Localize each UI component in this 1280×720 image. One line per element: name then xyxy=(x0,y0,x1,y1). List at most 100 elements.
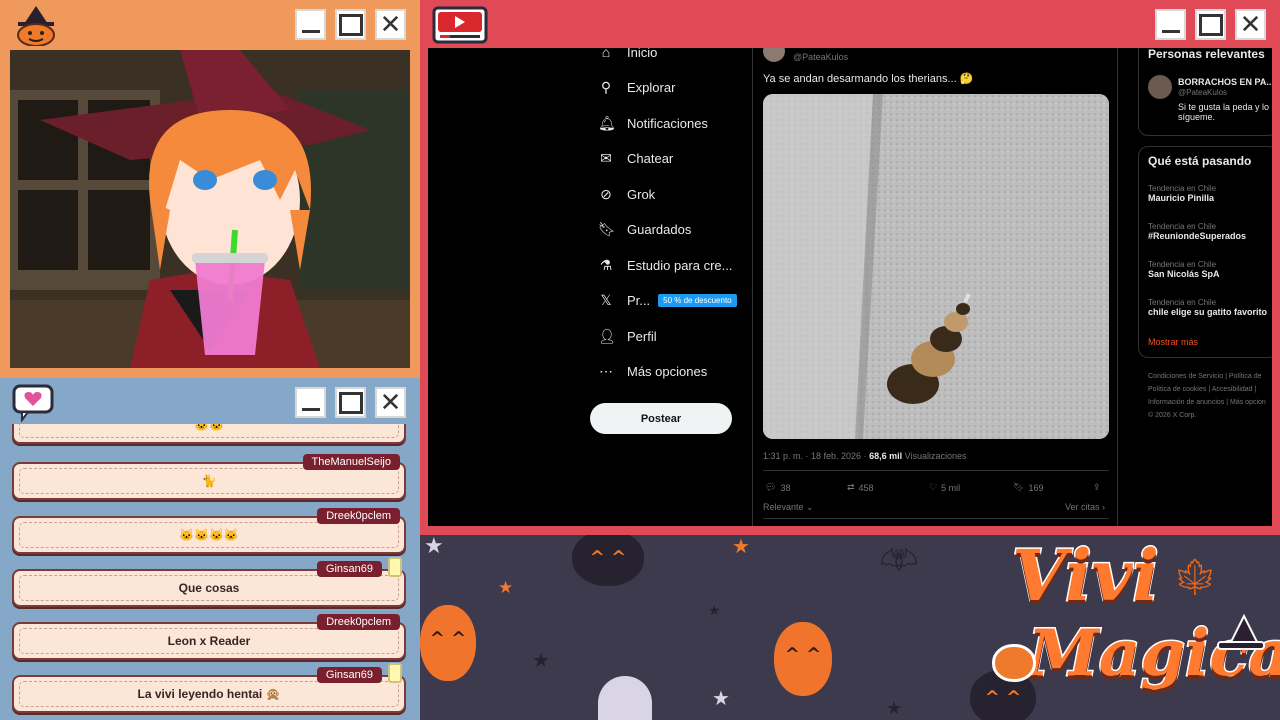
chevron-down-icon: ⌄ xyxy=(803,502,814,512)
post-button[interactable]: Postear xyxy=(590,403,732,434)
bell-icon: 🔔︎ xyxy=(598,115,616,131)
maximize-button[interactable] xyxy=(335,387,366,418)
chat-message-text: 🐈 xyxy=(19,468,399,494)
chat-message: 🐈 TheManuelSeijo xyxy=(12,454,406,500)
nav-item-premium[interactable]: 𝕏 Pr... 50 % de descuento xyxy=(598,292,737,308)
footer-links: Condiciones de Servicio | Política de Po… xyxy=(1148,373,1266,419)
footer-link[interactable]: Política de xyxy=(1229,373,1262,380)
reply-button[interactable]: 💬︎ 38 xyxy=(765,482,790,493)
tweet-text: Ya se andan desarmando los therians... 🤔 xyxy=(763,73,974,85)
avatar[interactable] xyxy=(763,48,785,62)
footer-link[interactable]: Condiciones de Servicio xyxy=(1148,373,1223,380)
witch-hat-icon xyxy=(1214,613,1266,654)
chat-message-text: 🐱🐱 xyxy=(19,424,399,438)
nav-item-bookmarks[interactable]: 🔖︎ Guardados xyxy=(598,221,691,237)
chat-message-list[interactable]: 🐱🐱 🐈 TheManuelSeijo 🐱🐱🐱🐱 Dreek0pclem Que… xyxy=(10,424,410,720)
show-more-link[interactable]: Mostrar más xyxy=(1148,337,1198,347)
nav-label: Más opciones xyxy=(627,363,708,379)
bookmark-icon: 🔖︎ xyxy=(1013,482,1025,492)
maple-leaf-icon: 🍁︎ xyxy=(1172,557,1218,598)
copyright: © 2026 X Corp. xyxy=(1148,412,1197,419)
heart-chat-icon xyxy=(12,384,54,423)
minimize-button[interactable] xyxy=(1155,9,1186,40)
vtuber-camera-view xyxy=(10,50,410,368)
nav-item-notifications[interactable]: 🔔︎ Notificaciones xyxy=(598,115,708,131)
chat-message-text: La vivi leyendo hentai 🙊 xyxy=(19,681,399,707)
profile-icon: 👤︎ xyxy=(598,328,616,344)
more-icon: ⋯ xyxy=(599,363,613,379)
person-bio: Si te gusta la peda y lo sígueme. xyxy=(1178,102,1270,122)
ghost-decoration xyxy=(598,676,652,720)
bookmark-button[interactable]: 🔖︎ 169 xyxy=(1013,482,1043,493)
chat-message: Leon x Reader Dreek0pclem xyxy=(12,614,406,660)
studio-icon: ⚗ xyxy=(599,257,613,273)
trend-item[interactable]: Tendencia en Chile San Nicolás SpA xyxy=(1148,260,1220,279)
star-decoration: ★ xyxy=(732,534,750,558)
nav-item-creator-studio[interactable]: ⚗ Estudio para cre... xyxy=(598,257,733,273)
close-button[interactable]: ✕ xyxy=(375,9,406,40)
star-decoration: ★ xyxy=(712,686,730,710)
grok-icon: ⊘ xyxy=(600,186,612,202)
nav-label: Chatear xyxy=(627,150,674,166)
trend-item[interactable]: Tendencia en Chile #ReuniondeSuperados xyxy=(1148,222,1246,241)
relevant-people-panel: Personas relevantes BORRACHOS EN PA... @… xyxy=(1138,48,1272,136)
pumpkin-decoration: ^ ^ xyxy=(572,530,644,586)
footer-link[interactable]: Información de anuncios xyxy=(1148,399,1224,406)
nav-item-grok[interactable]: ⊘ Grok xyxy=(598,186,655,202)
nav-label: Estudio para cre... xyxy=(627,257,733,273)
maximize-button[interactable] xyxy=(1195,9,1226,40)
chat-username-tag: TheManuelSeijo xyxy=(302,454,400,470)
trends-panel: Qué está pasando Tendencia en Chile Maur… xyxy=(1138,146,1272,358)
close-button[interactable]: ✕ xyxy=(375,387,406,418)
chat-message: Que cosas Ginsan69 xyxy=(12,557,406,607)
nav-item-explore[interactable]: ⚲ Explorar xyxy=(598,79,676,95)
tweet-image[interactable] xyxy=(763,94,1109,439)
nav-label: Grok xyxy=(627,186,656,202)
star-decoration: ★ xyxy=(498,578,514,598)
tweet-handle[interactable]: @PateaKulos xyxy=(793,52,848,62)
x-icon: 𝕏 xyxy=(600,292,612,308)
search-icon: ⚲ xyxy=(600,79,612,95)
reply-icon: 💬︎ xyxy=(765,482,777,492)
maximize-button[interactable] xyxy=(335,9,366,40)
footer-link[interactable]: Más opcion xyxy=(1230,399,1266,406)
nav-label: Explorar xyxy=(627,79,676,95)
nav-item-chat[interactable]: ✉ Chatear xyxy=(598,150,673,166)
close-button[interactable]: ✕ xyxy=(1235,9,1266,40)
footer-link[interactable]: Accesibilidad xyxy=(1212,386,1253,393)
chat-username-tag: Dreek0pclem xyxy=(317,508,400,524)
person-name[interactable]: BORRACHOS EN PA... xyxy=(1178,77,1272,87)
nav-item-profile[interactable]: 👤︎ Perfil xyxy=(598,328,657,344)
vivi-magica-logo: Vivi Magica 🍁︎ xyxy=(992,534,1280,720)
minimize-button[interactable] xyxy=(295,9,326,40)
chevron-right-icon: › xyxy=(1099,502,1106,512)
star-decoration: ★ xyxy=(532,648,550,672)
chat-message: 🐱🐱 xyxy=(12,424,406,444)
heart-icon: ♡ xyxy=(929,482,938,492)
nav-item-more[interactable]: ⋯ Más opciones xyxy=(598,363,707,379)
like-button[interactable]: ♡ 5 mil xyxy=(929,482,960,493)
avatar[interactable] xyxy=(1148,75,1172,99)
tweet-timestamp: 1:31 p. m. · 18 feb. 2026 · 68,6 mil Vis… xyxy=(763,451,967,461)
view-quotes-link[interactable]: Ver citas › xyxy=(1065,502,1105,512)
pumpkin-decoration: ^ ^ xyxy=(774,622,832,696)
retweet-icon: ⇄ xyxy=(847,482,855,492)
nav-label: Perfil xyxy=(627,328,657,344)
trend-item[interactable]: Tendencia en Chile Mauricio Pinilla xyxy=(1148,184,1216,203)
trend-item[interactable]: Tendencia en Chile chile elige su gatito… xyxy=(1148,298,1267,317)
chat-username-tag: Ginsan69 xyxy=(316,667,382,683)
sort-relevant-dropdown[interactable]: Relevante ⌄ xyxy=(763,502,814,513)
retweet-button[interactable]: ⇄ 458 xyxy=(847,482,874,493)
minimize-button[interactable] xyxy=(295,387,326,418)
star-decoration: ★ xyxy=(886,698,903,719)
share-button[interactable]: ⇪ xyxy=(1093,482,1101,493)
views-label: Visualizaciones xyxy=(904,451,967,461)
footer-link[interactable]: Política de cookies xyxy=(1148,386,1206,393)
chat-message: 🐱🐱🐱🐱 Dreek0pclem xyxy=(12,508,406,554)
chat-message-text: Leon x Reader xyxy=(19,628,399,654)
tweet-column: @PateaKulos Ya se andan desarmando los t… xyxy=(752,48,1118,526)
person-handle: @PateaKulos xyxy=(1178,88,1228,97)
nav-label: Pr... xyxy=(627,292,651,308)
youtube-icon xyxy=(432,6,488,44)
nav-item-home[interactable]: ⌂ Inicio xyxy=(598,48,658,60)
